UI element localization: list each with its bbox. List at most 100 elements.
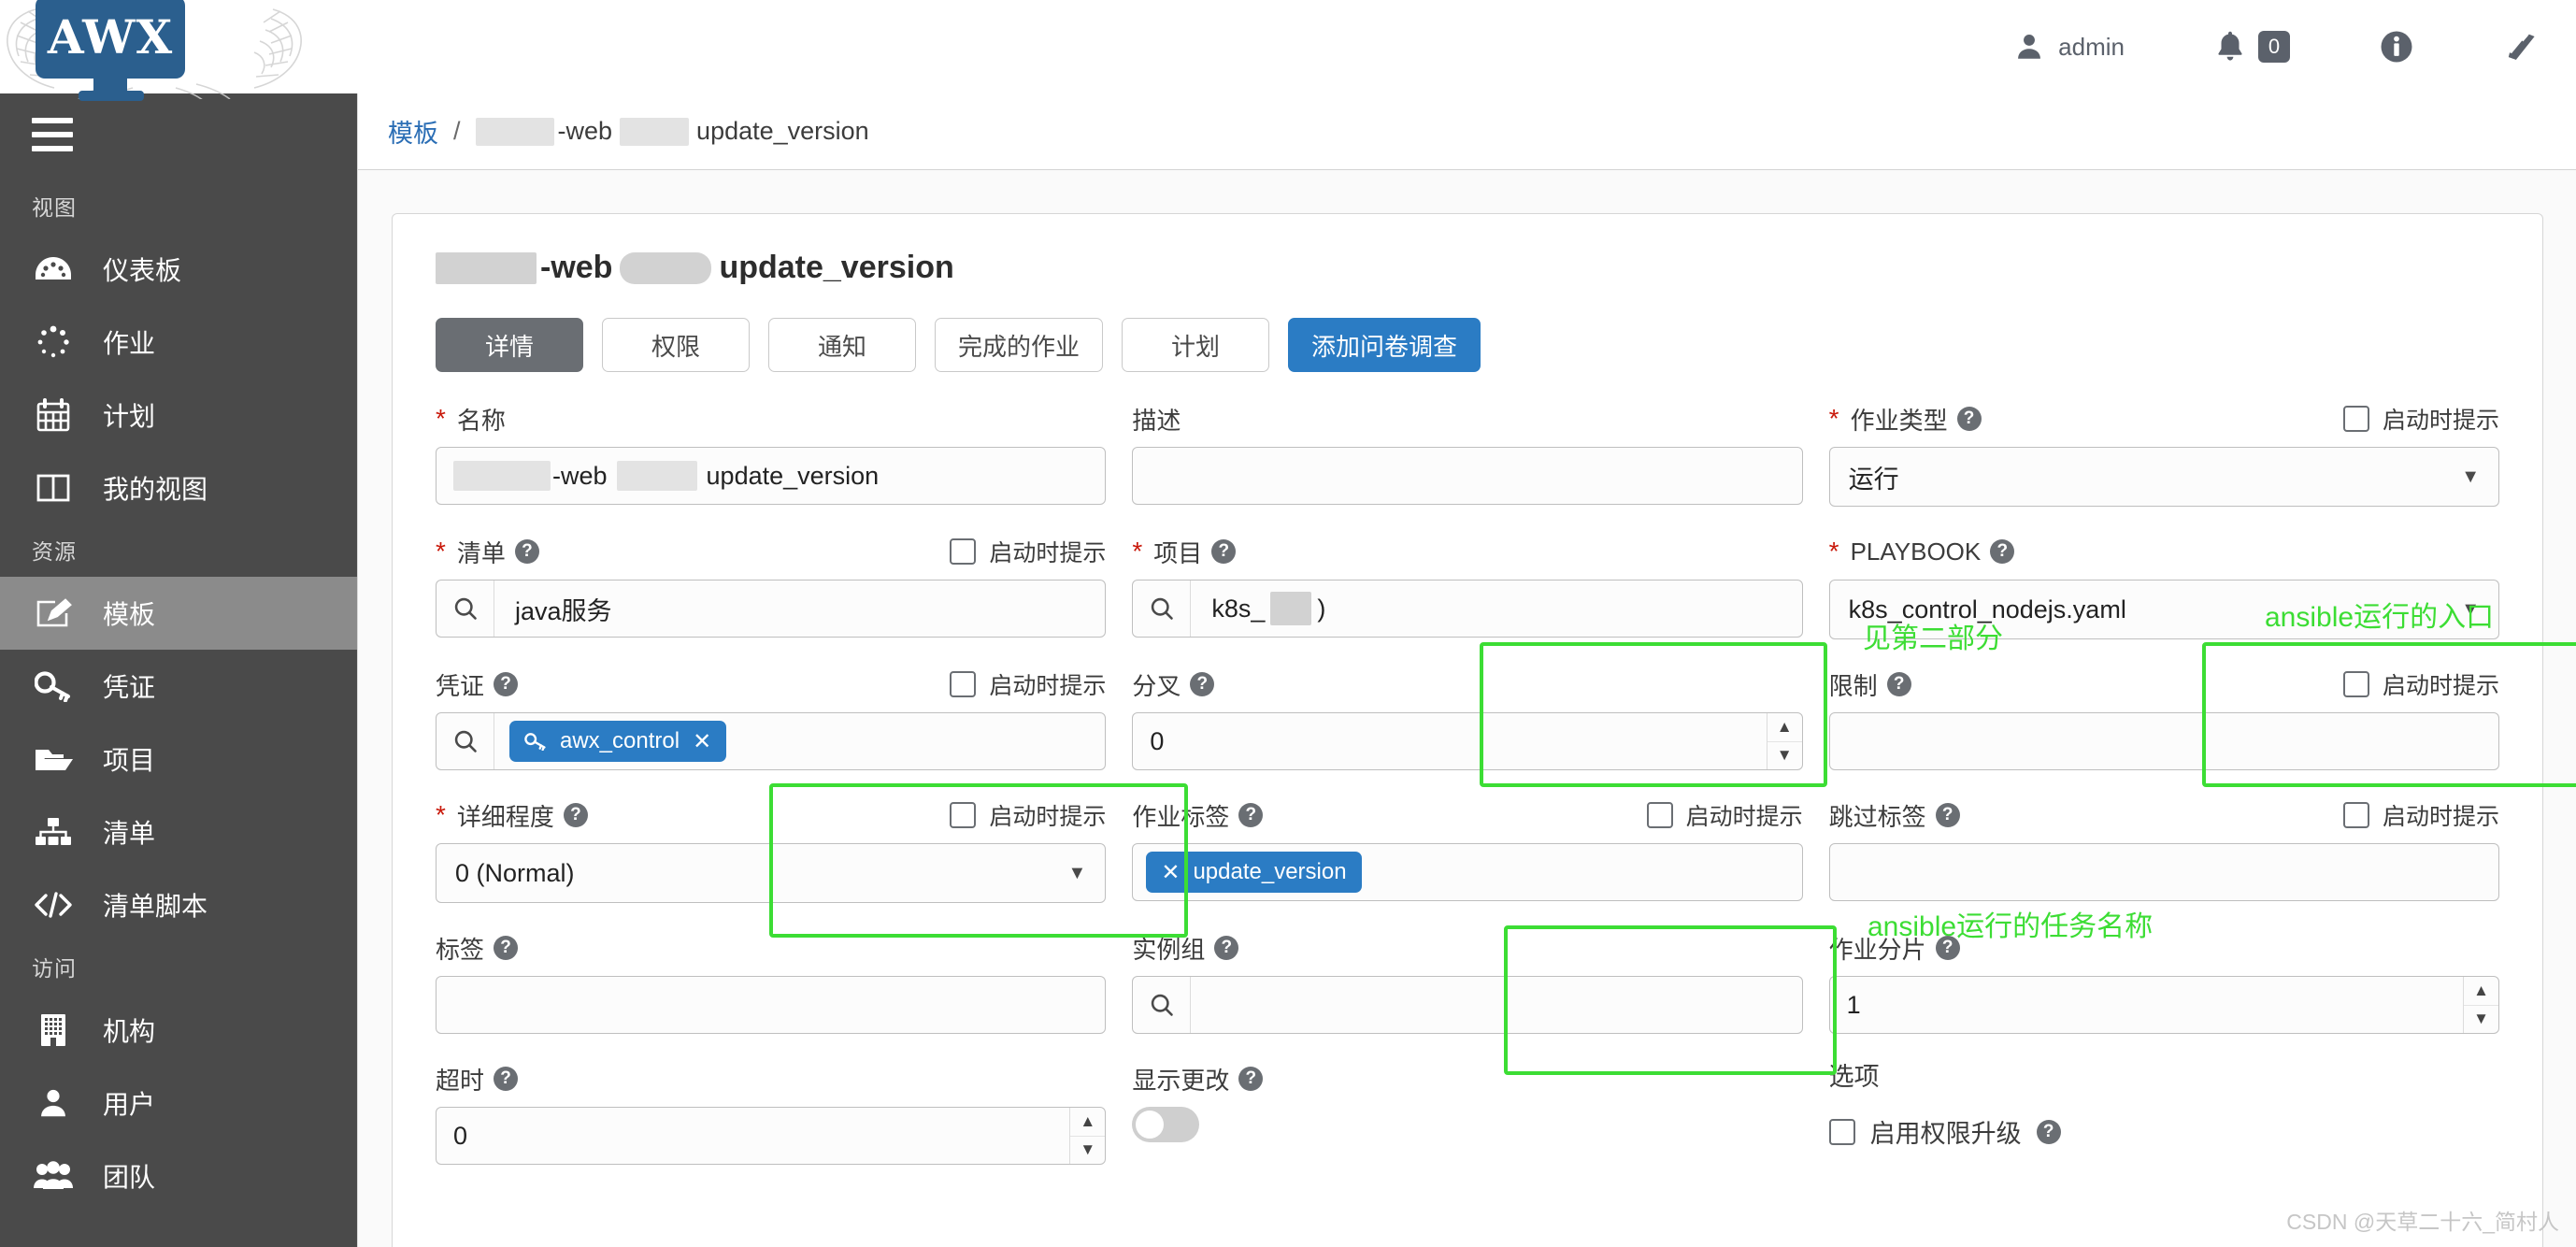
job-slicing-stepper[interactable]: 1 ▲ ▼ (1828, 976, 2499, 1034)
sidebar-item-label: 清单 (103, 819, 156, 848)
stepper-down-icon[interactable]: ▼ (1070, 1137, 1105, 1165)
name-value-tail: update_version (706, 461, 880, 490)
sidebar-item-schedules[interactable]: 计划 (0, 379, 357, 452)
help-icon[interactable]: ? (563, 803, 588, 827)
option-enable-privilege-escalation[interactable]: 启用权限升级 ? (1828, 1113, 2499, 1150)
skip-tags-prompt-toggle[interactable]: 启动时提示 (2342, 798, 2499, 832)
job-tags-prompt-toggle[interactable]: 启动时提示 (1646, 798, 1803, 832)
main-content: 模板 / -web update_version -web update_ver… (357, 93, 2576, 1247)
help-icon[interactable]: ? (494, 936, 519, 960)
sidebar-item-dashboard[interactable]: 仪表板 (0, 233, 357, 306)
close-icon[interactable]: ✕ (693, 728, 711, 755)
sidebar-item-users[interactable]: 用户 (0, 1067, 357, 1140)
job-type-prompt-toggle[interactable]: 启动时提示 (2342, 402, 2499, 436)
job-tags-input[interactable]: ✕ update_version (1132, 843, 1803, 901)
inventory-prompt-toggle[interactable]: 启动时提示 (950, 535, 1106, 568)
stepper-up-icon[interactable]: ▲ (2463, 977, 2498, 1006)
checkbox[interactable] (1646, 802, 1673, 828)
label-text: 名称 (456, 406, 506, 435)
checkbox[interactable] (2342, 802, 2369, 828)
help-icon[interactable]: ? (494, 1067, 519, 1091)
stepper-up-icon[interactable]: ▲ (1767, 713, 1802, 742)
header-docs[interactable] (2503, 30, 2539, 64)
instance-groups-search-input[interactable] (1132, 976, 1803, 1034)
label-text: 项目 (1153, 538, 1203, 567)
description-input[interactable] (1132, 447, 1803, 505)
help-icon[interactable]: ? (1190, 672, 1215, 696)
awx-logo[interactable]: AWX (0, 0, 308, 102)
sidebar-item-templates[interactable]: 模板 (0, 577, 357, 650)
help-icon[interactable]: ? (1211, 539, 1237, 564)
tab-schedules[interactable]: 计划 (1122, 318, 1270, 372)
help-icon[interactable]: ? (2036, 1119, 2061, 1144)
logo-foot (79, 91, 144, 101)
page-title-suffix: -web (540, 250, 613, 285)
credentials-search-input[interactable]: awx_control ✕ (436, 712, 1107, 770)
sidebar-item-inventories[interactable]: 清单 (0, 796, 357, 868)
checkbox[interactable] (950, 671, 977, 697)
breadcrumb: 模板 / -web update_version (358, 93, 2576, 170)
sidebar-item-credentials[interactable]: 凭证 (0, 650, 357, 723)
limit-input[interactable] (1828, 712, 2499, 770)
credentials-prompt-toggle[interactable]: 启动时提示 (950, 667, 1106, 701)
stepper-down-icon[interactable]: ▼ (2464, 1006, 2498, 1034)
checkbox[interactable] (2342, 671, 2369, 697)
timeout-stepper[interactable]: 0 ▲ ▼ (436, 1107, 1107, 1165)
sidebar-item-organizations[interactable]: 机构 (0, 994, 357, 1067)
add-survey-button[interactable]: 添加问卷调查 (1288, 318, 1481, 372)
help-icon[interactable]: ? (1935, 936, 1960, 960)
sidebar-item-projects[interactable]: 项目 (0, 723, 357, 796)
hamburger-icon[interactable] (0, 93, 357, 180)
sidebar-item-inventory-scripts[interactable]: 清单脚本 (0, 868, 357, 941)
app-header: AWX admin 0 (0, 0, 2576, 101)
stepper-down-icon[interactable]: ▼ (1767, 742, 1802, 770)
sidebar-item-jobs[interactable]: 作业 (0, 306, 357, 379)
credential-chip[interactable]: awx_control ✕ (509, 721, 727, 762)
checkbox[interactable] (950, 802, 977, 828)
tab-details[interactable]: 详情 (436, 318, 583, 372)
help-icon[interactable]: ? (1214, 936, 1239, 960)
help-icon[interactable]: ? (1886, 672, 1911, 696)
forks-stepper[interactable]: 0 ▲ ▼ (1132, 712, 1803, 770)
job-type-select[interactable]: 运行 ▼ (1828, 447, 2499, 507)
help-icon[interactable]: ? (1238, 803, 1264, 827)
help-icon[interactable]: ? (1990, 539, 2015, 564)
limit-prompt-toggle[interactable]: 启动时提示 (2342, 667, 2499, 701)
required-marker: * (436, 404, 446, 433)
skip-tags-input[interactable] (1828, 843, 2499, 901)
code-icon (32, 883, 75, 926)
help-icon[interactable]: ? (494, 672, 519, 696)
tab-completed-jobs[interactable]: 完成的作业 (935, 318, 1104, 372)
header-user[interactable]: admin (2013, 30, 2125, 64)
tab-notifications[interactable]: 通知 (768, 318, 916, 372)
show-changes-toggle[interactable] (1132, 1107, 1200, 1142)
inventory-search-input[interactable]: java服务 (436, 580, 1107, 638)
checkbox[interactable] (950, 538, 977, 565)
checkbox[interactable] (1828, 1118, 1855, 1145)
stepper-up-icon[interactable]: ▲ (1070, 1108, 1106, 1137)
playbook-select[interactable]: k8s_control_nodejs.yaml ▼ (1828, 580, 2499, 639)
field-description: 描述 (1132, 396, 1803, 507)
project-search-input[interactable]: k8s_ ) (1132, 580, 1803, 638)
tab-permissions[interactable]: 权限 (602, 318, 750, 372)
checkbox[interactable] (2342, 406, 2369, 432)
help-icon[interactable]: ? (1238, 1067, 1264, 1091)
header-notifications[interactable]: 0 (2214, 29, 2290, 64)
help-icon[interactable]: ? (1956, 407, 1982, 431)
verbosity-prompt-toggle[interactable]: 启动时提示 (950, 798, 1106, 832)
breadcrumb-templates-link[interactable]: 模板 (388, 113, 438, 150)
required-marker: * (1132, 537, 1143, 566)
field-label: * 名称 (436, 402, 506, 437)
form-row-6: 超时 ? 0 ▲ ▼ 显示更改 ? 选项 启用权限升级 ? (436, 1056, 2499, 1165)
help-icon[interactable]: ? (514, 539, 539, 564)
sidebar-item-teams[interactable]: 团队 (0, 1140, 357, 1212)
sidebar-item-my-views[interactable]: 我的视图 (0, 452, 357, 524)
verbosity-select[interactable]: 0 (Normal) ▼ (436, 843, 1107, 903)
job-tag-chip[interactable]: ✕ update_version (1146, 852, 1362, 893)
sidebar-section-access: 访问 (32, 956, 77, 981)
labels-input[interactable] (436, 976, 1107, 1034)
help-icon[interactable]: ? (1935, 803, 1960, 827)
name-input[interactable]: -web update_version (436, 447, 1107, 505)
close-icon[interactable]: ✕ (1161, 859, 1180, 886)
header-info[interactable] (2380, 30, 2413, 64)
